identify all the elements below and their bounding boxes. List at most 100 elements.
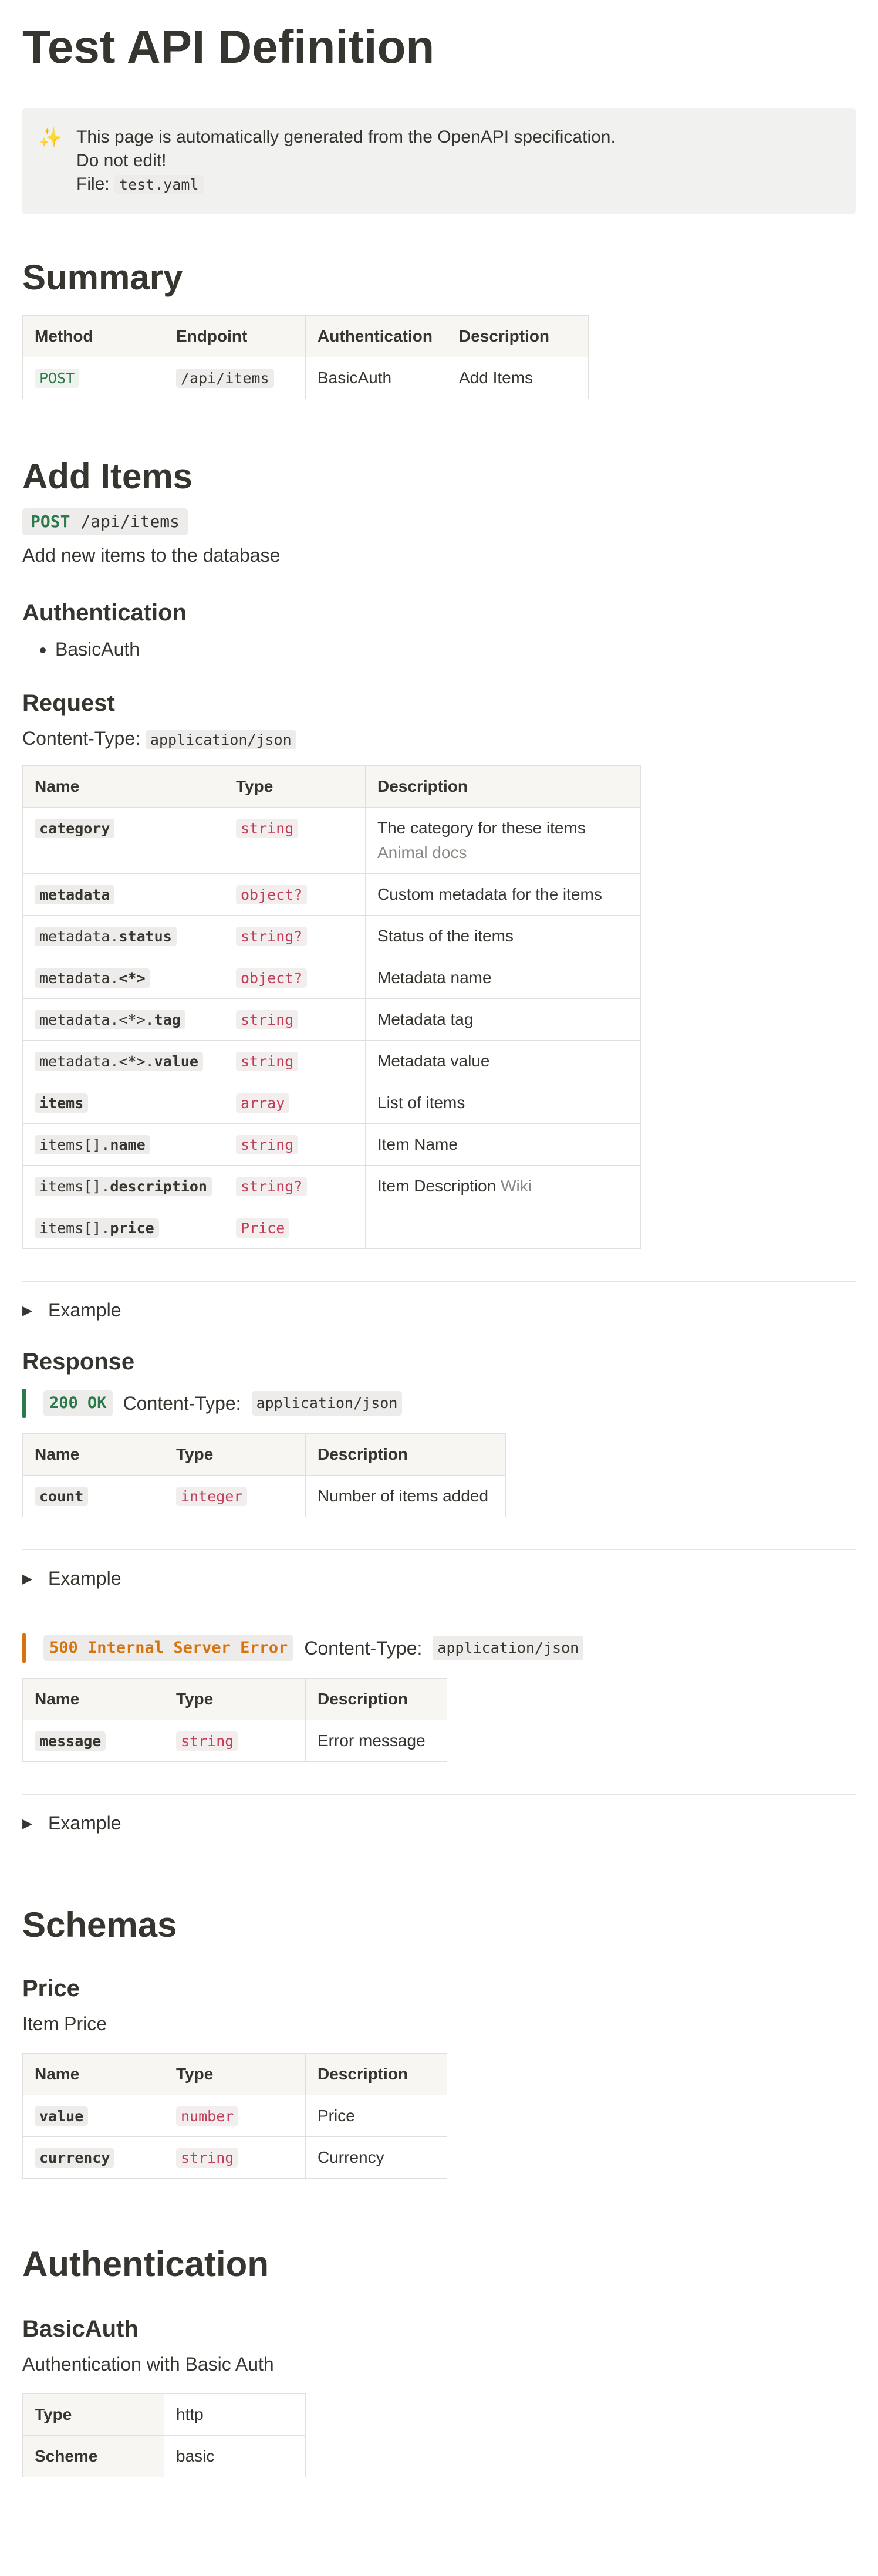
status-badge: 200 OK bbox=[43, 1390, 113, 1417]
field-description-cell: Item Description Wiki bbox=[365, 1165, 641, 1207]
field-description: Status of the items bbox=[377, 927, 514, 945]
price-schema-description: Item Price bbox=[22, 2013, 107, 2034]
request-example-toggle[interactable]: ▶ Example bbox=[22, 1292, 856, 1328]
summary-description-cell: Add Items bbox=[447, 357, 589, 399]
endpoint-link[interactable]: /api/items bbox=[176, 369, 274, 388]
callout-line-3: File: test.yaml bbox=[76, 173, 616, 197]
status-bar bbox=[22, 1633, 26, 1663]
field-type: number bbox=[176, 2106, 239, 2126]
summary-endpoint-cell: /api/items bbox=[164, 357, 306, 399]
response-header-row: Name Type Description bbox=[22, 1433, 506, 1476]
endpoint-line: POST/api/items bbox=[22, 508, 856, 535]
field-name-cell: items[].description bbox=[22, 1165, 224, 1207]
field-type-cell: Price bbox=[224, 1207, 366, 1249]
field-name-prefix: items[]. bbox=[39, 1136, 110, 1153]
divider bbox=[22, 1549, 856, 1550]
field-description-cell: The category for these items Animal docs bbox=[365, 807, 641, 874]
field-name-key: tag bbox=[154, 1011, 181, 1028]
schema-col-description: Description bbox=[305, 2053, 447, 2095]
field-type: string bbox=[236, 819, 299, 838]
field-type-cell: string bbox=[224, 807, 366, 874]
request-table: Name Type Description category string The … bbox=[22, 765, 641, 1249]
field-name-cell: value bbox=[22, 2095, 164, 2137]
table-row: metadata object? Custom metadata for the i… bbox=[22, 873, 641, 916]
method-label: POST bbox=[31, 512, 70, 531]
status-bar bbox=[22, 1389, 26, 1418]
field-name-key: metadata bbox=[39, 886, 110, 903]
table-row: count integer Number of items added bbox=[22, 1475, 506, 1517]
field-type-cell: string? bbox=[224, 915, 366, 957]
field-type: string? bbox=[236, 1177, 308, 1196]
field-description-cell: Custom metadata for the items bbox=[365, 873, 641, 916]
add-items-heading: Add Items bbox=[22, 457, 193, 496]
price-schema-heading: Price bbox=[22, 1976, 80, 2001]
field-type: object? bbox=[236, 885, 308, 904]
content-type-value: application/json bbox=[145, 730, 296, 749]
field-description-cell bbox=[365, 1207, 641, 1249]
toggle-label: Example bbox=[48, 1568, 121, 1589]
summary-col-auth: Authentication bbox=[305, 315, 447, 357]
field-name-key: status bbox=[119, 928, 172, 945]
schema-header-row: Name Type Description bbox=[22, 2053, 447, 2095]
field-type: integer bbox=[176, 1487, 248, 1506]
field-name: metadata.<*>.tag bbox=[35, 1010, 185, 1029]
field-type: string bbox=[176, 2148, 239, 2168]
request-header-row: Name Type Description bbox=[22, 765, 641, 808]
summary-table: Method Endpoint Authentication Descripti… bbox=[22, 315, 589, 399]
field-name-cell: metadata bbox=[22, 873, 224, 916]
field-type: string bbox=[236, 1010, 299, 1029]
field-description-cell: Metadata name bbox=[365, 957, 641, 999]
field-name-cell: metadata.<*>.tag bbox=[22, 998, 224, 1041]
field-type-cell: string bbox=[224, 1123, 366, 1166]
table-row: items[].description string? Item Descripti… bbox=[22, 1165, 641, 1207]
toggle-label: Example bbox=[48, 1299, 121, 1321]
content-type-value: application/json bbox=[251, 1391, 403, 1416]
page-title: Test API Definition bbox=[22, 21, 435, 73]
schemas-heading: Schemas bbox=[22, 1905, 177, 1944]
response-500-example-toggle[interactable]: ▶ Example bbox=[22, 1805, 856, 1841]
schema-col-type: Type bbox=[164, 2053, 306, 2095]
response-col-name: Name bbox=[22, 1678, 164, 1720]
field-name: value bbox=[35, 2106, 89, 2126]
toggle-label: Example bbox=[48, 1812, 121, 1834]
field-name-cell: items bbox=[22, 1082, 224, 1124]
table-row: Scheme basic bbox=[22, 2435, 306, 2477]
field-type: object? bbox=[236, 968, 308, 988]
callout-text: This page is automatically generated fro… bbox=[76, 126, 616, 197]
field-name: items[].name bbox=[35, 1135, 150, 1154]
field-description: Metadata tag bbox=[377, 1010, 474, 1028]
field-name: items[].price bbox=[35, 1218, 159, 1238]
field-name: metadata bbox=[35, 885, 115, 904]
field-name-key: <*> bbox=[119, 970, 146, 987]
field-description: List of items bbox=[377, 1093, 465, 1112]
field-name-cell: currency bbox=[22, 2136, 164, 2179]
auth-key: Scheme bbox=[22, 2435, 164, 2477]
basic-auth-table: Type http Scheme basic bbox=[22, 2393, 306, 2477]
callout-line-2: Do not edit! bbox=[76, 151, 167, 170]
auth-value: basic bbox=[164, 2435, 306, 2477]
response-col-description: Description bbox=[305, 1433, 506, 1476]
callout: ✨ This page is automatically generated f… bbox=[22, 108, 856, 214]
response-500-table: Name Type Description message string Err… bbox=[22, 1678, 447, 1762]
method-badge: POST bbox=[35, 369, 80, 388]
response-200-line: 200 OK Content-Type: application/json bbox=[22, 1389, 856, 1418]
field-name-prefix: metadata. bbox=[39, 928, 119, 945]
response-col-type: Type bbox=[164, 1433, 306, 1476]
field-description-cell: Item Name bbox=[365, 1123, 641, 1166]
response-200-example-toggle[interactable]: ▶ Example bbox=[22, 1561, 856, 1596]
field-description: Metadata value bbox=[377, 1052, 490, 1070]
field-type: string bbox=[176, 1731, 239, 1751]
field-type[interactable]: Price bbox=[236, 1218, 290, 1238]
field-name-cell: metadata.status bbox=[22, 915, 224, 957]
field-name-prefix: metadata.<*>. bbox=[39, 1011, 154, 1028]
request-col-description: Description bbox=[365, 765, 641, 808]
summary-auth-cell: BasicAuth bbox=[305, 357, 447, 399]
field-type-cell: string bbox=[224, 998, 366, 1041]
divider bbox=[22, 1794, 856, 1795]
field-doc-link[interactable]: Wiki bbox=[501, 1177, 532, 1195]
schema-col-name: Name bbox=[22, 2053, 164, 2095]
response-header-row: Name Type Description bbox=[22, 1678, 447, 1720]
field-name-prefix: metadata.<*>. bbox=[39, 1053, 154, 1070]
summary-col-description: Description bbox=[447, 315, 589, 357]
field-doc-link[interactable]: Animal docs bbox=[377, 840, 629, 865]
